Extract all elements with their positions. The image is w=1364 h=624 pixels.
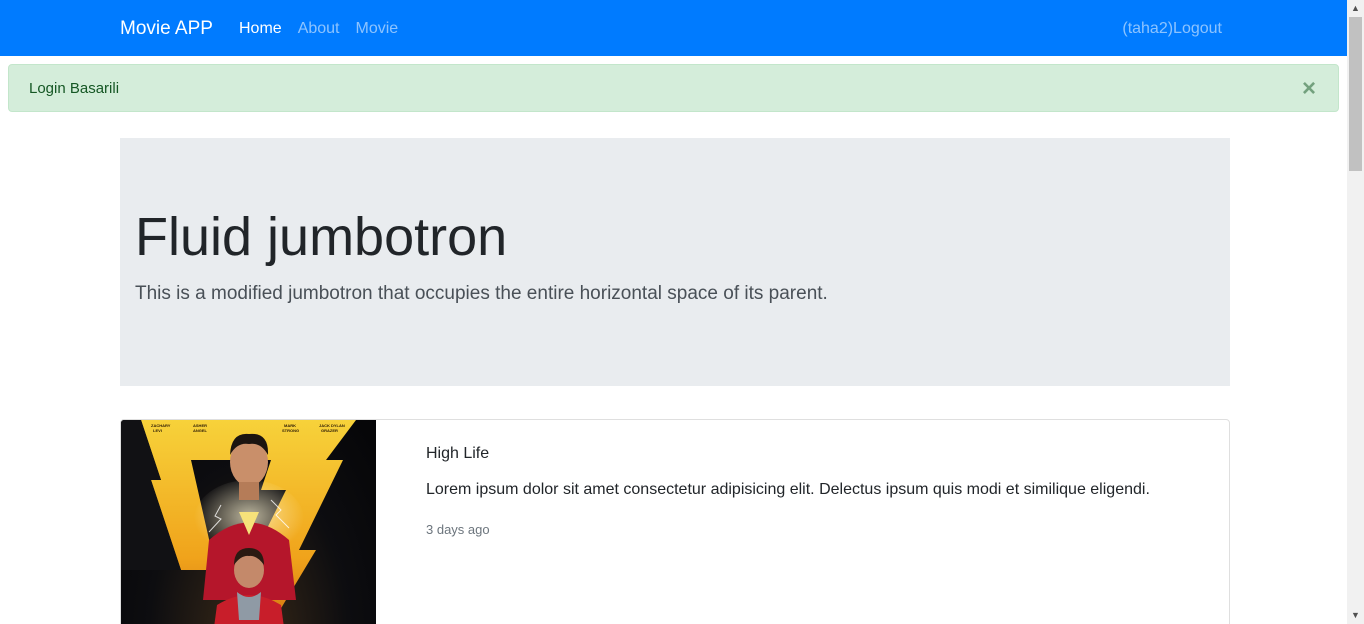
jumbotron-lead: This is a modified jumbotron that occupi… (135, 283, 828, 304)
nav-link-home[interactable]: Home (239, 19, 282, 39)
svg-text:GRAZER: GRAZER (321, 428, 338, 433)
poster-art: ZACHARYLEVI ASHERANGEL MARKSTRONG JACK D… (121, 420, 356, 624)
scroll-down-icon[interactable]: ▼ (1347, 607, 1364, 624)
navbar-brand[interactable]: Movie APP (120, 17, 213, 41)
alert-message: Login Basarili (29, 80, 120, 97)
movie-card[interactable]: ZACHARY LEVI ASHER ANGEL MARK STRONG JACK D… (120, 419, 1230, 624)
nav-links: Home About Movie (239, 19, 414, 39)
movie-timestamp: 3 days ago (426, 522, 490, 537)
close-icon[interactable]: × (1302, 77, 1316, 101)
success-alert: Login Basarili × (8, 64, 1339, 112)
jumbotron: Fluid jumbotron This is a modified jumbo… (120, 138, 1230, 386)
svg-text:LEVI: LEVI (153, 428, 162, 433)
nav-link-movie[interactable]: Movie (356, 19, 399, 39)
navbar: Movie APP Home About Movie (taha2)Logout (0, 0, 1347, 56)
svg-text:STRONG: STRONG (282, 428, 299, 433)
scroll-up-icon[interactable]: ▲ (1347, 0, 1364, 17)
movie-description: Lorem ipsum dolor sit amet consectetur a… (426, 481, 1150, 498)
svg-text:ANGEL: ANGEL (193, 428, 208, 433)
vertical-scrollbar[interactable]: ▲ ▼ (1347, 0, 1364, 624)
scrollbar-thumb[interactable] (1349, 17, 1362, 171)
movie-poster-image[interactable]: ZACHARY LEVI ASHER ANGEL MARK STRONG JACK D… (121, 420, 376, 624)
movie-title[interactable]: High Life (426, 444, 489, 464)
jumbotron-title: Fluid jumbotron (135, 207, 508, 267)
logout-link[interactable]: (taha2)Logout (1122, 19, 1222, 39)
page: Movie APP Home About Movie (taha2)Logout… (0, 0, 1347, 624)
nav-link-about[interactable]: About (298, 19, 340, 39)
